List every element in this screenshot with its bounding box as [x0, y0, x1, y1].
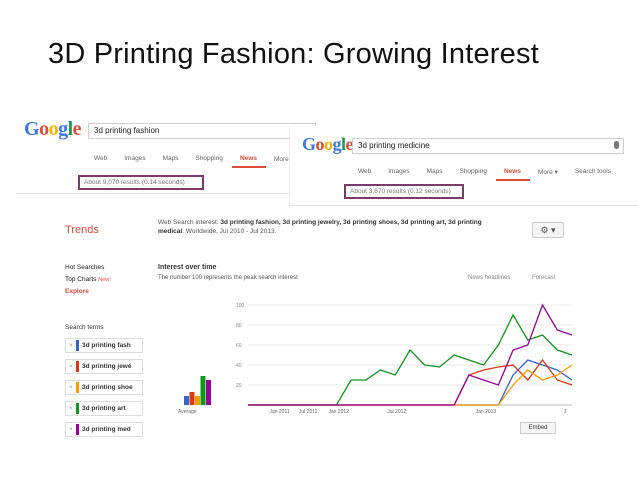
- x-tick-label: Jul 2011: [299, 409, 318, 415]
- interest-chart: 20 40 60 80 100 Average Jan 2011 Jul 2011 Jan 20…: [178, 303, 573, 415]
- search-input[interactable]: 3d printing medicine: [352, 138, 624, 154]
- x-tick-label: Jan 2011: [269, 409, 289, 415]
- google-results-medicine: Google 3d printing medicine Web Images M…: [290, 126, 638, 206]
- search-term-chip[interactable]: × 3d printing fash: [65, 338, 143, 353]
- google-results-fashion: Google 3d printing fashion Web Images Ma…: [16, 112, 316, 194]
- tab-news[interactable]: News: [231, 155, 266, 168]
- y-tick-label: 40: [236, 363, 242, 369]
- news-headlines-toggle[interactable]: News headlines: [468, 275, 510, 281]
- series-line: [248, 359, 573, 406]
- trends-description: Web Search interest: 3d printing fashion…: [158, 219, 482, 235]
- x-tick-label: Jan 2012: [328, 409, 349, 415]
- close-icon[interactable]: ×: [69, 402, 73, 415]
- nav-top-charts[interactable]: Top Charts New!: [65, 274, 111, 286]
- trends-sidenav: Hot Searches Top Charts New! Explore: [65, 262, 111, 298]
- search-nav: Web Images Maps Shopping News More ▾: [86, 155, 303, 168]
- search-term-chip[interactable]: × 3d printing med: [65, 422, 143, 437]
- tab-web[interactable]: Web: [350, 168, 380, 181]
- series-line: [248, 313, 573, 406]
- series-color-swatch: [76, 382, 79, 393]
- trends-logo[interactable]: Trends: [65, 224, 99, 236]
- average-bar: [200, 376, 206, 405]
- search-term-chip[interactable]: × 3d printing jewé: [65, 359, 143, 374]
- chart-options: News headlines Forecast: [448, 275, 555, 281]
- gear-icon[interactable]: ⚙ ▾: [532, 222, 564, 238]
- search-term-chip[interactable]: × 3d printing shoe: [65, 380, 143, 395]
- series-line: [248, 358, 573, 406]
- search-input[interactable]: 3d printing fashion: [88, 123, 316, 139]
- x-tick-label: Jul 2012: [387, 409, 406, 415]
- y-tick-label: 80: [236, 323, 242, 329]
- average-label: Average: [178, 409, 197, 415]
- search-nav: Web Images Maps Shopping News More ▾ Sea…: [350, 168, 620, 181]
- google-logo: Google: [302, 134, 354, 154]
- result-stats: About 3,670 results (0.12 seconds): [344, 184, 464, 199]
- tab-images[interactable]: Images: [380, 168, 418, 181]
- series-line: [248, 303, 573, 406]
- search-terms-heading: Search terms: [65, 324, 104, 331]
- forecast-toggle[interactable]: Forecast: [532, 275, 555, 281]
- nav-explore[interactable]: Explore: [65, 286, 111, 298]
- x-tick-label: Jan 2013: [476, 409, 497, 415]
- y-tick-label: 100: [236, 303, 245, 309]
- series-color-swatch: [76, 340, 79, 351]
- series-color-swatch: [76, 424, 79, 435]
- tab-more[interactable]: More ▾: [530, 168, 567, 181]
- slide-title: 3D Printing Fashion: Growing Interest: [48, 38, 539, 70]
- close-icon[interactable]: ×: [69, 339, 73, 352]
- y-tick-label: 60: [236, 343, 242, 349]
- series-color-swatch: [76, 361, 79, 372]
- x-tick-label: J: [564, 409, 567, 415]
- tab-web[interactable]: Web: [86, 155, 116, 168]
- interest-over-time-title: Interest over time: [158, 264, 217, 271]
- y-tick-label: 20: [236, 383, 242, 389]
- close-icon[interactable]: ×: [69, 381, 73, 394]
- search-term-chip[interactable]: × 3d printing art: [65, 401, 143, 416]
- close-icon[interactable]: ×: [69, 360, 73, 373]
- result-stats: About 9,070 results (0.14 seconds): [78, 175, 204, 190]
- tab-shopping[interactable]: Shopping: [187, 155, 231, 168]
- tab-images[interactable]: Images: [116, 155, 154, 168]
- tab-maps[interactable]: Maps: [419, 168, 452, 181]
- interest-over-time-subtitle: The number 100 represents the peak searc…: [158, 275, 298, 281]
- average-bar: [184, 396, 189, 405]
- tab-maps[interactable]: Maps: [155, 155, 188, 168]
- tab-shopping[interactable]: Shopping: [451, 168, 495, 181]
- mic-icon[interactable]: [614, 141, 619, 149]
- average-bar: [206, 380, 211, 405]
- average-bar: [189, 392, 195, 405]
- average-bar: [195, 396, 200, 405]
- nav-hot-searches[interactable]: Hot Searches: [65, 262, 111, 274]
- embed-button[interactable]: Embed: [520, 422, 556, 434]
- trends-panel: Trends Web Search interest: 3d printing …: [52, 212, 580, 442]
- series-color-swatch: [76, 403, 79, 414]
- close-icon[interactable]: ×: [69, 423, 73, 436]
- tab-search-tools[interactable]: Search tools: [567, 168, 620, 181]
- tab-news[interactable]: News: [495, 168, 530, 181]
- google-logo: Google: [24, 118, 82, 140]
